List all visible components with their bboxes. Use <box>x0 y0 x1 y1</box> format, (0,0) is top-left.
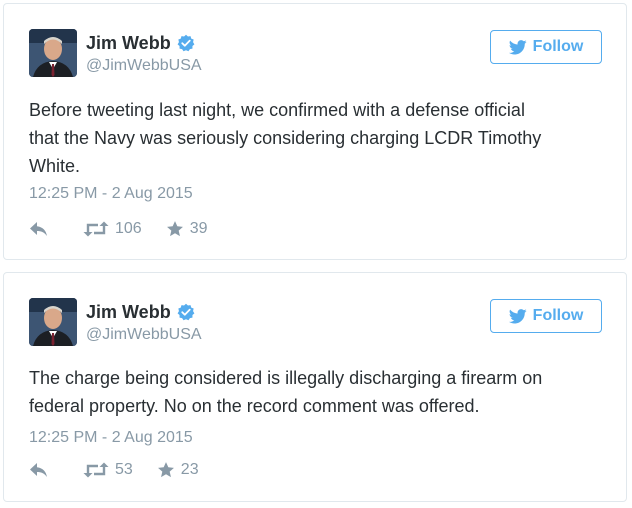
tweet-timestamp[interactable]: 12:25 PM - 2 Aug 2015 <box>29 428 193 448</box>
favorite-count: 39 <box>189 220 208 237</box>
tweet-actions: 106 39 <box>29 220 208 238</box>
retweet-button[interactable]: 106 <box>83 220 142 238</box>
tweet-card: Jim Webb @JimWebbUSA Follow The charge b… <box>3 272 627 502</box>
tweet-card: Jim Webb @JimWebbUSA Follow Before tweet… <box>3 3 627 260</box>
author-handle[interactable]: @JimWebbUSA <box>86 325 202 345</box>
follow-button[interactable]: Follow <box>490 30 602 64</box>
follow-button[interactable]: Follow <box>490 299 602 333</box>
reply-icon <box>30 463 47 477</box>
reply-icon <box>30 222 47 236</box>
favorite-button[interactable]: 39 <box>166 220 208 238</box>
favorite-count: 23 <box>180 461 199 478</box>
avatar-image <box>29 29 77 77</box>
avatar[interactable] <box>29 29 77 77</box>
author-name[interactable]: Jim Webb <box>86 32 171 54</box>
star-icon <box>157 462 174 478</box>
tweet-timestamp[interactable]: 12:25 PM - 2 Aug 2015 <box>29 184 193 204</box>
tweet-actions: 53 23 <box>29 461 199 479</box>
verified-badge-icon <box>177 303 195 321</box>
tweet-text: Before tweeting last night, we confirmed… <box>29 100 542 176</box>
author-name[interactable]: Jim Webb <box>86 301 171 323</box>
star-icon <box>166 221 183 237</box>
follow-label: Follow <box>532 38 584 55</box>
retweet-count: 106 <box>115 220 142 237</box>
reply-button[interactable] <box>29 221 49 237</box>
twitter-bird-icon <box>508 308 527 323</box>
retweet-icon <box>83 462 109 478</box>
avatar[interactable] <box>29 298 77 346</box>
follow-label: Follow <box>532 307 584 324</box>
retweet-button[interactable]: 53 <box>83 461 133 479</box>
retweet-icon <box>83 221 109 237</box>
avatar-image <box>29 298 77 346</box>
author-info[interactable]: Jim Webb <box>86 32 195 54</box>
reply-button[interactable] <box>29 462 49 478</box>
twitter-bird-icon <box>508 39 527 54</box>
author-info[interactable]: Jim Webb <box>86 301 195 323</box>
favorite-button[interactable]: 23 <box>157 461 199 479</box>
retweet-count: 53 <box>115 461 133 478</box>
verified-badge-icon <box>177 34 195 52</box>
author-handle[interactable]: @JimWebbUSA <box>86 56 202 76</box>
tweet-text: The charge being considered is illegally… <box>29 368 543 416</box>
